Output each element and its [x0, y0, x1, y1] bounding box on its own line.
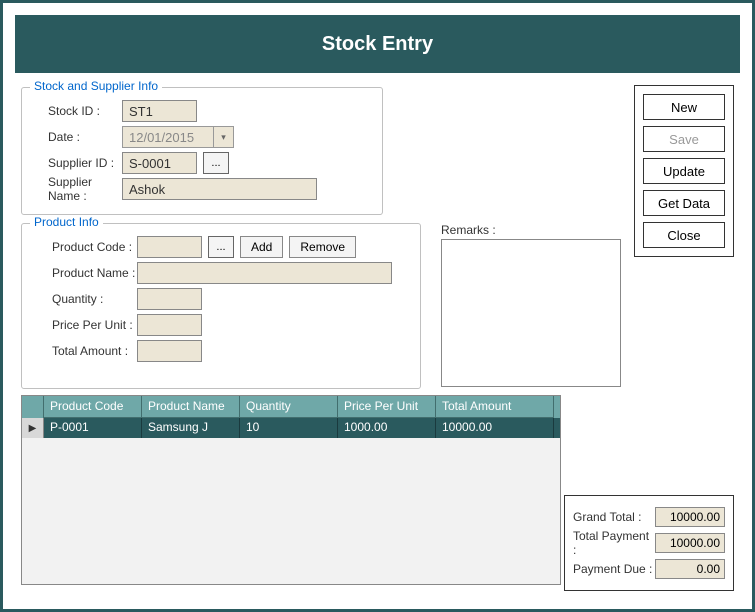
remarks-label: Remarks : [441, 223, 621, 237]
product-code-input[interactable] [137, 236, 202, 258]
date-input[interactable] [123, 127, 213, 147]
product-info-group: Product Info Product Code : ... Add Remo… [21, 223, 421, 389]
product-grid[interactable]: Product Code Product Name Quantity Price… [21, 395, 561, 585]
supplier-browse-button[interactable]: ... [203, 152, 229, 174]
product-name-input[interactable] [137, 262, 392, 284]
col-header-total[interactable]: Total Amount [436, 396, 554, 418]
quantity-input[interactable] [137, 288, 202, 310]
product-info-legend: Product Info [30, 215, 103, 229]
payment-due-value [655, 559, 725, 579]
cell-qty[interactable]: 10 [240, 418, 338, 438]
main-window: Stock Entry Stock and Supplier Info Stoc… [0, 0, 755, 612]
supplier-id-input[interactable] [122, 152, 197, 174]
grand-total-value [655, 507, 725, 527]
cell-total[interactable]: 10000.00 [436, 418, 554, 438]
remove-button[interactable]: Remove [289, 236, 356, 258]
add-button[interactable]: Add [240, 236, 283, 258]
grid-corner [22, 396, 44, 418]
col-header-name[interactable]: Product Name [142, 396, 240, 418]
supplier-name-label: Supplier Name : [22, 175, 122, 203]
supplier-id-label: Supplier ID : [22, 156, 122, 170]
cell-name[interactable]: Samsung J [142, 418, 240, 438]
stock-supplier-legend: Stock and Supplier Info [30, 79, 162, 93]
grand-total-label: Grand Total : [573, 510, 655, 524]
total-payment-input[interactable] [655, 533, 725, 553]
cell-price[interactable]: 1000.00 [338, 418, 436, 438]
date-label: Date : [22, 130, 122, 144]
total-amount-label: Total Amount : [22, 344, 137, 358]
col-header-code[interactable]: Product Code [44, 396, 142, 418]
stock-supplier-group: Stock and Supplier Info Stock ID : Date … [21, 87, 383, 215]
payment-due-label: Payment Due : [573, 562, 655, 576]
page-title: Stock Entry [322, 33, 433, 56]
row-indicator-icon: ▶ [22, 418, 44, 438]
grid-header: Product Code Product Name Quantity Price… [22, 396, 560, 418]
remarks-area: Remarks : [441, 223, 621, 392]
col-header-price[interactable]: Price Per Unit [338, 396, 436, 418]
actions-panel: New Save Update Get Data Close [634, 85, 734, 257]
chevron-down-icon[interactable]: ▾ [213, 127, 233, 147]
title-bar: Stock Entry [15, 15, 740, 73]
price-input[interactable] [137, 314, 202, 336]
quantity-label: Quantity : [22, 292, 137, 306]
product-browse-button[interactable]: ... [208, 236, 234, 258]
close-button[interactable]: Close [643, 222, 725, 248]
update-button[interactable]: Update [643, 158, 725, 184]
remarks-textarea[interactable] [441, 239, 621, 387]
product-name-label: Product Name : [22, 266, 137, 280]
date-picker[interactable]: ▾ [122, 126, 234, 148]
price-label: Price Per Unit : [22, 318, 137, 332]
supplier-name-input[interactable] [122, 178, 317, 200]
stock-id-input[interactable] [122, 100, 197, 122]
new-button[interactable]: New [643, 94, 725, 120]
table-row[interactable]: ▶ P-0001 Samsung J 10 1000.00 10000.00 [22, 418, 560, 438]
total-amount-input[interactable] [137, 340, 202, 362]
col-header-qty[interactable]: Quantity [240, 396, 338, 418]
totals-panel: Grand Total : Total Payment : Payment Du… [564, 495, 734, 591]
get-data-button[interactable]: Get Data [643, 190, 725, 216]
cell-code[interactable]: P-0001 [44, 418, 142, 438]
save-button[interactable]: Save [643, 126, 725, 152]
stock-id-label: Stock ID : [22, 104, 122, 118]
total-payment-label: Total Payment : [573, 529, 655, 557]
product-code-label: Product Code : [22, 240, 137, 254]
content-area: Stock and Supplier Info Stock ID : Date … [3, 85, 752, 609]
